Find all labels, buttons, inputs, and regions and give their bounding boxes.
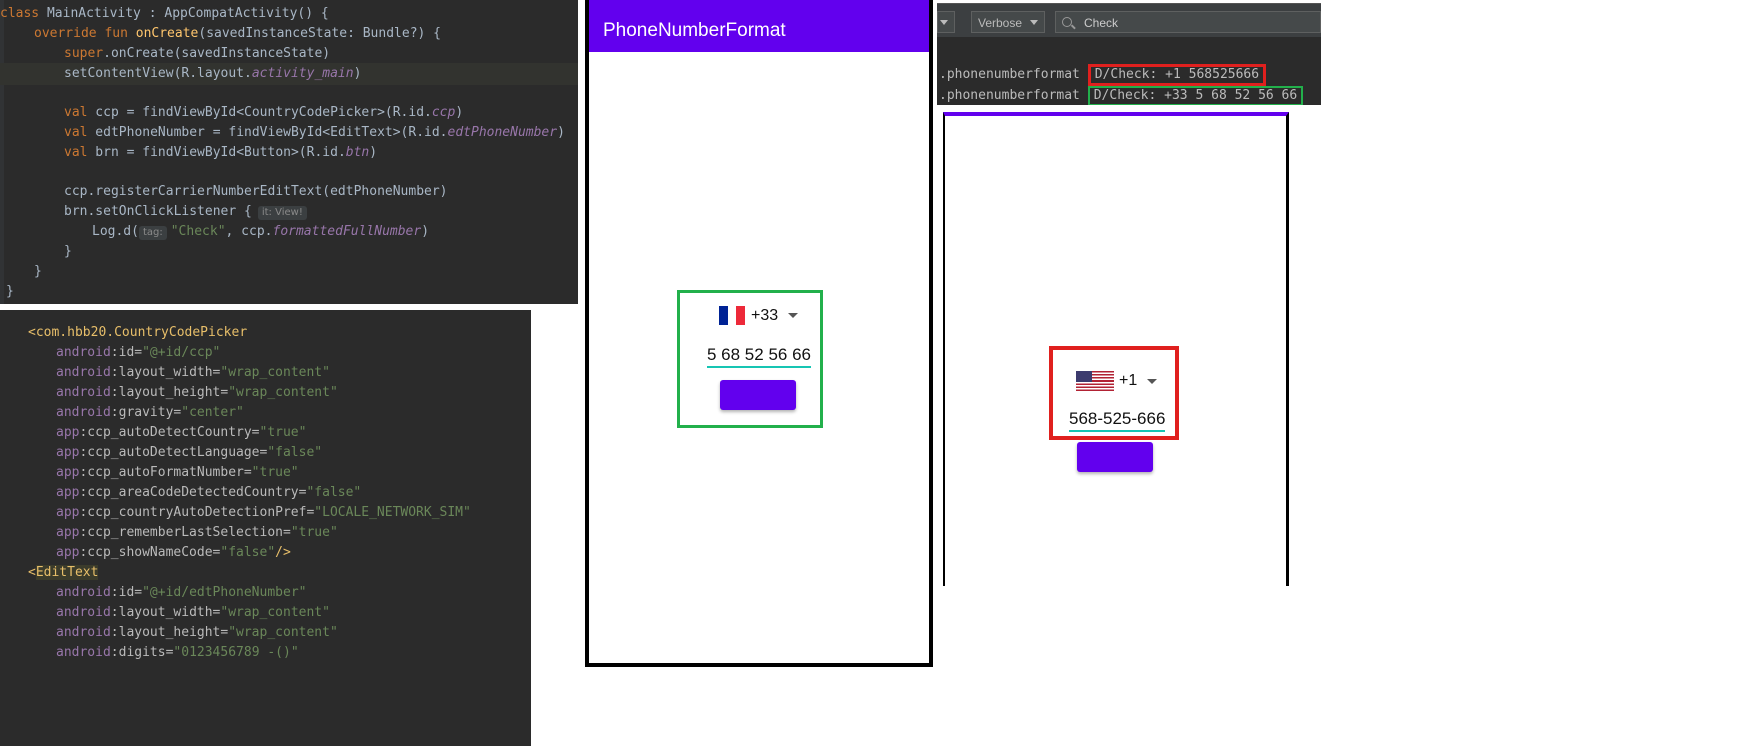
code-line: ccp.registerCarrierNumberEditText(edtPho… — [64, 184, 448, 199]
submit-button[interactable] — [1077, 442, 1153, 472]
inlay-hint: tag: — [138, 226, 167, 240]
submit-button[interactable] — [720, 380, 796, 410]
code-line: val ccp = findViewById<CountryCodePicker… — [64, 105, 464, 120]
code-line: class MainActivity : AppCompatActivity()… — [0, 6, 329, 21]
code-line-current: setContentView(R.layout.activity_main) — [0, 63, 578, 85]
app-title: PhoneNumberFormat — [603, 20, 786, 41]
log-entry: .phonenumberformat D/Check: +33 5 68 52 … — [939, 85, 1304, 105]
logcat-panel: Verbose Check .phonenumberformat D/Check… — [937, 3, 1321, 105]
input-underline — [1069, 430, 1165, 432]
logcat-toolbar: Verbose Check — [937, 3, 1321, 37]
chevron-down-icon — [788, 313, 799, 318]
xml-attribute-line: android:id="@+id/edtPhoneNumber" — [56, 585, 307, 600]
log-level-label: Verbose — [978, 16, 1023, 30]
phone-number-input[interactable]: 568-525-666 — [1069, 409, 1165, 429]
phone-screen-france: PhoneNumberFormat +33 5 68 52 56 66 — [585, 0, 933, 667]
xml-attribute-line: app:ccp_areaCodeDetectedCountry="false" — [56, 485, 362, 500]
xml-attribute-line: app:ccp_autoDetectLanguage="false" — [56, 445, 323, 460]
code-line: } — [6, 284, 14, 299]
xml-attribute-line: android:id="@+id/ccp" — [56, 345, 221, 360]
code-line: val brn = findViewById<Button>(R.id.btn) — [64, 145, 378, 160]
xml-attribute-line: android:layout_width="wrap_content" — [56, 365, 330, 380]
xml-attribute-line: android:layout_width="wrap_content" — [56, 605, 330, 620]
france-flag-icon — [719, 306, 746, 325]
xml-attribute-line: android:gravity="center" — [56, 405, 244, 420]
code-line: brn.setOnClickListener {it: View! — [0, 201, 578, 223]
xml-layout-editor[interactable]: <com.hbb20.CountryCodePicker android:id=… — [0, 310, 531, 746]
xml-attribute-line: android:layout_height="wrap_content" — [56, 625, 338, 640]
xml-attribute-line: app:ccp_rememberLastSelection="true" — [56, 525, 338, 540]
log-level-dropdown[interactable]: Verbose — [971, 11, 1045, 33]
xml-attribute-line: android:digits="0123456789 -()" — [56, 645, 299, 660]
app-bar: PhoneNumberFormat — [589, 0, 929, 52]
xml-line: <EditText — [28, 565, 99, 580]
xml-attribute-line: app:ccp_countryAutoDetectionPref="LOCALE… — [56, 505, 471, 520]
log-search-input[interactable]: Check — [1055, 11, 1321, 33]
inlay-hint: it: View! — [257, 206, 307, 220]
code-line: super.onCreate(savedInstanceState) — [64, 46, 331, 61]
country-code-label: +1 — [1119, 372, 1138, 389]
phone-number-input[interactable]: 5 68 52 56 66 — [707, 345, 811, 365]
device-dropdown[interactable] — [937, 11, 955, 33]
xml-line: <com.hbb20.CountryCodePicker — [28, 325, 248, 340]
xml-attribute-line: app:ccp_showNameCode="false"/> — [56, 545, 291, 560]
country-code-picker[interactable]: +33 — [719, 306, 799, 325]
code-line: val edtPhoneNumber = findViewById<EditTe… — [64, 125, 565, 140]
xml-attribute-line: app:ccp_autoDetectCountry="true" — [56, 425, 307, 440]
phone-screen-usa: +1 568-525-666 — [943, 112, 1289, 586]
code-line: Log.d(tag: "Check", ccp.formattedFullNumb… — [92, 224, 430, 240]
search-icon — [1062, 17, 1072, 27]
usa-flag-icon — [1076, 371, 1114, 391]
code-line: } — [34, 264, 42, 279]
chevron-down-icon — [1147, 378, 1158, 384]
kotlin-code-editor[interactable]: class MainActivity : AppCompatActivity()… — [0, 0, 578, 304]
code-line: override fun onCreate(savedInstanceState… — [34, 26, 442, 41]
xml-attribute-line: android:layout_height="wrap_content" — [56, 385, 338, 400]
search-value: Check — [1084, 16, 1119, 30]
xml-attribute-line: app:ccp_autoFormatNumber="true" — [56, 465, 299, 480]
country-code-picker[interactable]: +1 — [1119, 372, 1158, 390]
code-line: } — [64, 244, 72, 259]
log-entry: .phonenumberformat D/Check: +1 568525666 — [939, 64, 1267, 86]
input-underline — [707, 366, 811, 368]
country-code-label: +33 — [751, 306, 779, 324]
